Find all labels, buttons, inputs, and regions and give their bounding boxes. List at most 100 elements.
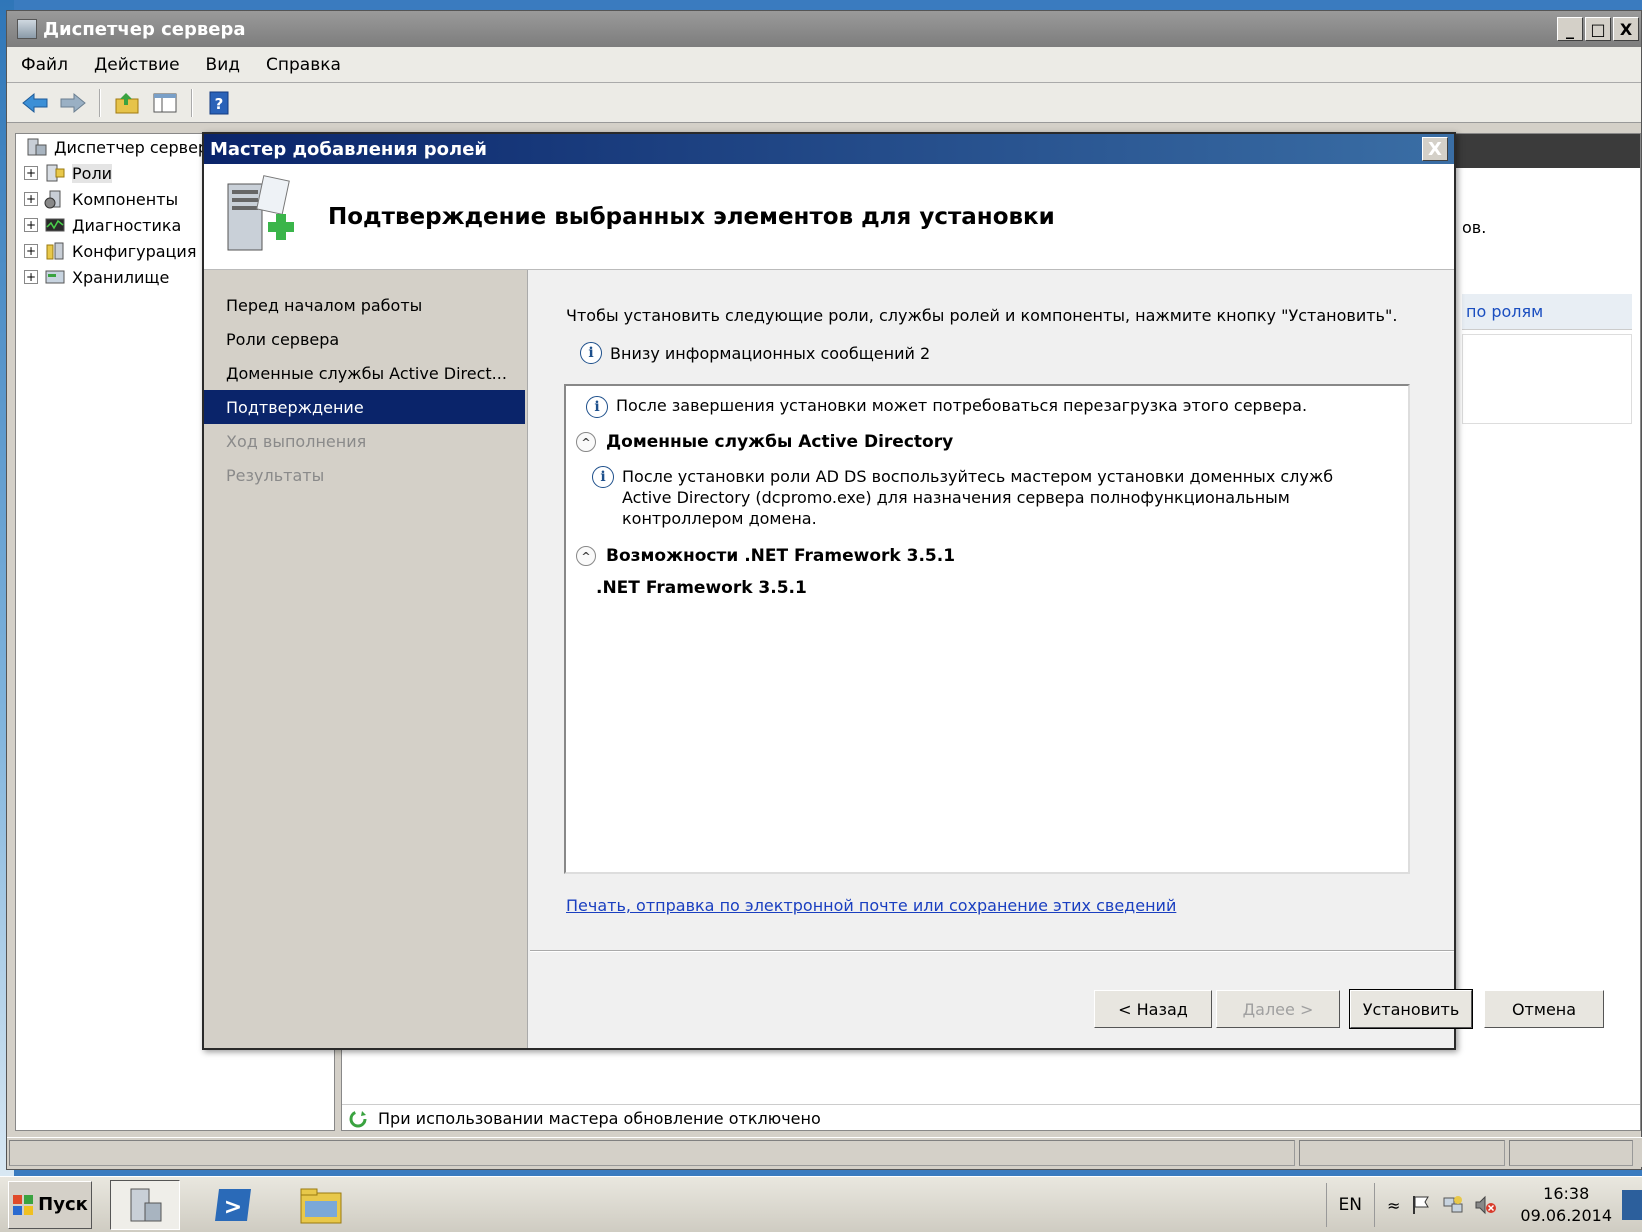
print-email-save-link[interactable]: Печать, отправка по электронной почте ил… — [566, 896, 1176, 915]
cancel-button[interactable]: Отмена — [1484, 990, 1604, 1028]
step-server-roles[interactable]: Роли сервера — [204, 322, 527, 356]
roles-icon — [44, 163, 66, 183]
section-net-title: Возможности .NET Framework 3.5.1 — [606, 546, 956, 566]
svg-text:>: > — [224, 1195, 242, 1220]
menu-action[interactable]: Действие — [94, 55, 180, 75]
window-title-bar[interactable]: Диспетчер сервера _ □ X — [7, 11, 1641, 47]
status-bar — [7, 1137, 1642, 1167]
step-ad-ds[interactable]: Доменные службы Active Direct... — [204, 356, 527, 390]
next-button: Далее > — [1216, 990, 1340, 1028]
tray-icons: ≈ — [1373, 1183, 1510, 1227]
info-icon: i — [586, 396, 608, 418]
intro-text: Чтобы установить следующие роли, службы … — [566, 306, 1398, 325]
restart-note-text: После завершения установки может потребо… — [616, 396, 1308, 415]
confirmation-details[interactable]: i После завершения установки может потре… — [564, 384, 1410, 874]
diagnostics-icon — [44, 215, 66, 235]
forward-arrow-icon[interactable] — [57, 88, 89, 118]
system-tray: EN ≈ 16:38 09.06.2014 — [1325, 1177, 1642, 1232]
details-pane-box — [1462, 334, 1632, 424]
collapse-icon[interactable]: ^ — [576, 546, 596, 566]
back-button[interactable]: < Назад — [1094, 990, 1212, 1028]
up-folder-icon[interactable] — [111, 88, 143, 118]
show-hide-tree-icon[interactable] — [149, 88, 181, 118]
info-icon: i — [592, 466, 614, 488]
details-pane-text: ов. — [1462, 218, 1487, 237]
dialog-title: Мастер добавления ролей — [210, 138, 488, 160]
minimize-button[interactable]: _ — [1557, 17, 1583, 41]
language-indicator[interactable]: EN — [1325, 1183, 1374, 1227]
features-icon — [44, 189, 66, 209]
show-desktop-button[interactable] — [1622, 1190, 1642, 1220]
volume-muted-icon[interactable] — [1474, 1194, 1498, 1216]
window-title: Диспетчер сервера — [43, 18, 246, 40]
taskbar-powershell[interactable]: > — [198, 1180, 268, 1230]
tree-item-label: Роли — [72, 163, 113, 183]
expand-icon[interactable]: + — [24, 244, 38, 258]
dialog-close-button[interactable]: X — [1422, 137, 1448, 161]
wizard-heading: Подтверждение выбранных элементов для ус… — [328, 203, 1055, 230]
start-button[interactable]: Пуск — [8, 1180, 92, 1229]
clock-date: 09.06.2014 — [1520, 1206, 1612, 1225]
taskbar: Пуск > EN ≈ 16:38 09.06.2014 — [0, 1176, 1642, 1232]
step-progress: Ход выполнения — [226, 431, 367, 451]
taskbar-explorer[interactable] — [286, 1180, 356, 1230]
folder-icon — [300, 1188, 342, 1223]
close-button[interactable]: X — [1613, 17, 1639, 41]
step-results: Результаты — [226, 465, 325, 485]
configuration-icon — [44, 241, 66, 261]
tree-item-label: Компоненты — [72, 189, 179, 209]
tree-item-label: Хранилище — [72, 267, 170, 287]
section-ad-ds-title: Доменные службы Active Directory — [606, 432, 954, 452]
wizard-content: Чтобы установить следующие роли, службы … — [530, 270, 1604, 1048]
expand-icon[interactable]: + — [24, 166, 38, 180]
maximize-button[interactable]: □ — [1585, 17, 1611, 41]
button-separator — [530, 950, 1454, 952]
tree-item-label: Диагностика — [72, 215, 182, 235]
section-ad-ds[interactable]: ^ Доменные службы Active Directory — [576, 432, 953, 452]
tree-root-label: Диспетчер сервер — [54, 137, 209, 157]
install-button[interactable]: Установить — [1349, 989, 1473, 1029]
expand-icon[interactable]: + — [24, 270, 38, 284]
info-count-text: Внизу информационных сообщений 2 — [610, 343, 931, 363]
windows-logo-icon — [13, 1194, 34, 1215]
server-manager-app-icon — [17, 19, 37, 39]
menu-bar: Файл Действие Вид Справка — [7, 47, 1641, 83]
toolbar-separator — [99, 88, 101, 117]
back-arrow-icon[interactable] — [19, 88, 51, 118]
server-manager-icon — [130, 1188, 162, 1221]
toolbar-separator — [191, 88, 193, 117]
menu-view[interactable]: Вид — [206, 55, 240, 75]
add-roles-wizard-dialog: Мастер добавления ролей X Подтверждение … — [202, 132, 1604, 1050]
clock[interactable]: 16:38 09.06.2014 — [1510, 1183, 1622, 1227]
go-to-roles-link[interactable]: по ролям — [1462, 294, 1632, 330]
window-controls: _ □ X — [1557, 17, 1639, 41]
collapse-icon[interactable]: ^ — [576, 432, 596, 452]
refresh-icon — [348, 1109, 368, 1129]
menu-help[interactable]: Справка — [266, 55, 341, 75]
expand-icon[interactable]: + — [24, 192, 38, 206]
storage-icon — [44, 267, 66, 287]
info-message-count: i Внизу информационных сообщений 2 — [580, 342, 930, 364]
step-before-you-begin[interactable]: Перед началом работы — [204, 288, 527, 322]
action-center-flag-icon[interactable] — [1410, 1194, 1432, 1216]
powershell-icon: > — [215, 1188, 251, 1221]
network-icon[interactable] — [1442, 1194, 1464, 1216]
wizard-steps: Перед началом работы Роли сервера Доменн… — [204, 270, 528, 1048]
tree-item-label: Конфигурация — [72, 241, 197, 261]
help-icon[interactable]: ? — [203, 88, 235, 118]
step-confirmation[interactable]: Подтверждение — [204, 390, 525, 424]
restart-note: i После завершения установки может потре… — [586, 396, 1307, 418]
toolbar: ? — [7, 83, 1641, 123]
menu-file[interactable]: Файл — [21, 55, 68, 75]
taskbar-server-manager[interactable] — [110, 1179, 180, 1230]
dialog-title-bar[interactable]: Мастер добавления ролей X — [204, 134, 1454, 164]
svg-text:?: ? — [215, 95, 224, 113]
clock-time: 16:38 — [1543, 1184, 1590, 1203]
start-label: Пуск — [38, 1194, 88, 1215]
show-hidden-icons-button[interactable]: ≈ — [1387, 1196, 1400, 1215]
refresh-status: При использовании мастера обновление отк… — [342, 1104, 1640, 1132]
section-net-framework[interactable]: ^ Возможности .NET Framework 3.5.1 — [576, 546, 955, 566]
status-cell — [1299, 1140, 1505, 1166]
server-manager-icon — [26, 137, 48, 157]
expand-icon[interactable]: + — [24, 218, 38, 232]
